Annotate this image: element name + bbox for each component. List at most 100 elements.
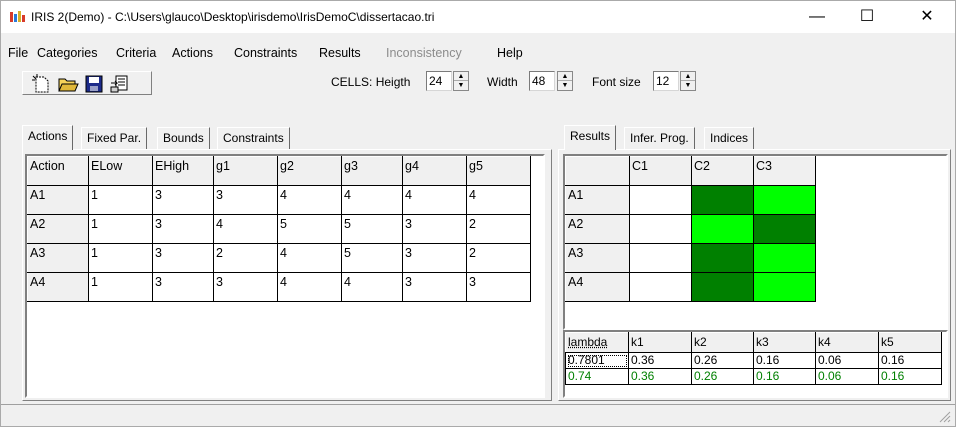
- grid-cell[interactable]: 1: [88, 243, 153, 273]
- grid-cell[interactable]: 3: [402, 272, 467, 302]
- grid-cell[interactable]: 4: [213, 214, 278, 244]
- spin-down-icon[interactable]: ▼: [558, 81, 572, 90]
- assignment-cell[interactable]: [629, 243, 692, 273]
- grid-cell[interactable]: 2: [466, 214, 531, 244]
- k-value[interactable]: 0.26: [691, 368, 754, 385]
- lambda-value[interactable]: 0.7801: [565, 352, 629, 369]
- font-size-spinner[interactable]: ▲ ▼: [680, 71, 696, 91]
- lambda-value[interactable]: 0.74: [565, 368, 629, 385]
- assignment-cell[interactable]: [753, 243, 816, 273]
- grid-cell[interactable]: 3: [152, 243, 214, 273]
- cell-width-input[interactable]: 48: [529, 71, 555, 91]
- title-bar[interactable]: IRIS 2(Demo) - C:\Users\glauco\Desktop\i…: [1, 1, 955, 33]
- cell-height-spinner[interactable]: ▲ ▼: [453, 71, 469, 91]
- grid-cell[interactable]: 5: [277, 214, 342, 244]
- col-header-k2: k2: [691, 332, 754, 353]
- minimize-button[interactable]: —: [794, 1, 840, 33]
- spin-down-icon[interactable]: ▼: [681, 81, 695, 90]
- assignment-cell[interactable]: [691, 272, 754, 302]
- k-value[interactable]: 0.06: [815, 368, 879, 385]
- grid-cell[interactable]: 4: [341, 185, 403, 215]
- grid-cell[interactable]: 4: [341, 272, 403, 302]
- grid-cell[interactable]: 5: [341, 214, 403, 244]
- cells-height-label: CELLS: Heigth: [331, 75, 411, 89]
- grid-cell[interactable]: 3: [402, 214, 467, 244]
- assignment-cell[interactable]: [753, 185, 816, 215]
- grid-cell[interactable]: 3: [402, 243, 467, 273]
- k-value[interactable]: 0.36: [628, 352, 692, 369]
- grid-cell[interactable]: 3: [213, 185, 278, 215]
- k-value[interactable]: 0.36: [628, 368, 692, 385]
- k-value[interactable]: 0.16: [878, 352, 942, 369]
- tab-infer-prog[interactable]: Infer. Prog.: [624, 127, 695, 149]
- assignment-cell[interactable]: [629, 272, 692, 302]
- grid-cell[interactable]: 3: [152, 185, 214, 215]
- tab-fixed-par[interactable]: Fixed Par.: [81, 127, 148, 149]
- file-toolbar-group: [22, 71, 152, 95]
- assignment-cell[interactable]: [753, 272, 816, 302]
- k-value[interactable]: 0.16: [753, 368, 816, 385]
- k-value[interactable]: 0.16: [753, 352, 816, 369]
- cell-height-input[interactable]: 24: [426, 71, 452, 91]
- assignment-cell[interactable]: [691, 214, 754, 244]
- col-header-g5: g5: [466, 156, 531, 186]
- new-file-icon[interactable]: [31, 74, 53, 94]
- grid-cell[interactable]: 2: [213, 243, 278, 273]
- grid-cell[interactable]: 4: [402, 185, 467, 215]
- grid-cell[interactable]: 4: [277, 185, 342, 215]
- tab-results[interactable]: Results: [564, 125, 617, 150]
- grid-cell[interactable]: 2: [466, 243, 531, 273]
- grid-cell[interactable]: 5: [341, 243, 403, 273]
- save-disk-icon[interactable]: [83, 74, 105, 94]
- cells-width-label: Width: [487, 75, 518, 89]
- tab-indices[interactable]: Indices: [704, 127, 755, 149]
- grid-cell[interactable]: 3: [466, 272, 531, 302]
- spin-up-icon[interactable]: ▲: [454, 72, 468, 81]
- spin-up-icon[interactable]: ▲: [681, 72, 695, 81]
- font-size-input[interactable]: 12: [653, 71, 679, 91]
- menu-file[interactable]: File: [8, 46, 28, 60]
- grid-cell[interactable]: 1: [88, 272, 153, 302]
- tab-bounds[interactable]: Bounds: [157, 127, 210, 149]
- export-icon[interactable]: [109, 74, 131, 94]
- menu-categories[interactable]: Categories: [37, 46, 97, 60]
- assignment-cell[interactable]: [691, 243, 754, 273]
- grid-cell[interactable]: 3: [152, 214, 214, 244]
- close-button[interactable]: ✕: [904, 1, 950, 33]
- grid-cell[interactable]: 4: [277, 272, 342, 302]
- k-value[interactable]: 0.26: [691, 352, 754, 369]
- k-value[interactable]: 0.16: [878, 368, 942, 385]
- grid-cell[interactable]: 1: [88, 185, 153, 215]
- menu-actions[interactable]: Actions: [172, 46, 213, 60]
- corner-cell: [565, 156, 630, 186]
- k-value[interactable]: 0.06: [815, 352, 879, 369]
- cell-width-spinner[interactable]: ▲ ▼: [557, 71, 573, 91]
- row-header: A2: [27, 214, 89, 244]
- col-header-k5: k5: [878, 332, 942, 353]
- grid-cell[interactable]: 4: [277, 243, 342, 273]
- assignment-cell[interactable]: [629, 214, 692, 244]
- menu-results[interactable]: Results: [319, 46, 361, 60]
- assignment-cell[interactable]: [629, 185, 692, 215]
- open-folder-icon[interactable]: [57, 74, 79, 94]
- grid-cell[interactable]: 3: [152, 272, 214, 302]
- assignment-cell[interactable]: [753, 214, 816, 244]
- grid-cell[interactable]: 3: [213, 272, 278, 302]
- maximize-button[interactable]: ☐: [844, 1, 890, 33]
- actions-panel: Action ELow EHigh g1 g2 g3 g4 g5 A1 1 3 …: [22, 149, 552, 401]
- grid-cell[interactable]: 4: [466, 185, 531, 215]
- tab-actions[interactable]: Actions: [22, 125, 74, 150]
- spin-down-icon[interactable]: ▼: [454, 81, 468, 90]
- spin-up-icon[interactable]: ▲: [558, 72, 572, 81]
- col-header-c1: C1: [629, 156, 692, 186]
- tab-constraints[interactable]: Constraints: [217, 127, 290, 149]
- grid-cell[interactable]: 1: [88, 214, 153, 244]
- parameters-grid: lambda k1 k2 k3 k4 k5 0.7801 0.36 0.26 0…: [565, 332, 942, 385]
- resize-grip-icon[interactable]: [939, 411, 951, 423]
- menu-constraints[interactable]: Constraints: [234, 46, 297, 60]
- assignment-cell[interactable]: [691, 185, 754, 215]
- menu-help[interactable]: Help: [497, 46, 523, 60]
- menu-inconsistency[interactable]: Inconsistency: [386, 46, 462, 60]
- row-header: A3: [27, 243, 89, 273]
- menu-criteria[interactable]: Criteria: [116, 46, 156, 60]
